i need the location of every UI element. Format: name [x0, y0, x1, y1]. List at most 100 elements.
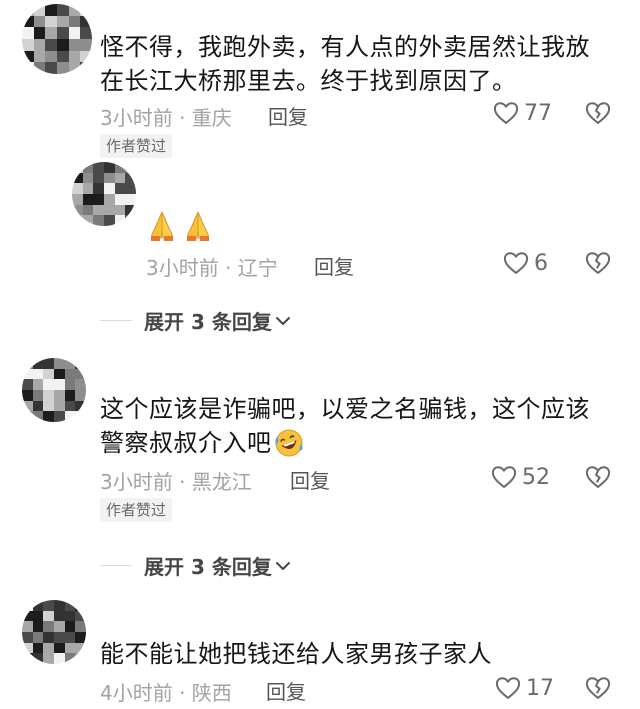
- mosaic-tile: [64, 610, 76, 622]
- mosaic-tile: [64, 621, 76, 632]
- avatar[interactable]: [22, 358, 86, 422]
- mosaic-tile: [82, 162, 94, 173]
- mosaic-tile: [75, 411, 86, 422]
- mosaic-tile: [32, 390, 44, 401]
- mosaic-tile: [125, 194, 136, 205]
- mosaic-tile: [22, 390, 33, 401]
- mosaic-tile: [57, 39, 69, 51]
- mosaic-tile: [64, 368, 76, 380]
- mosaic-tile: [43, 358, 54, 369]
- mosaic-tile: [64, 653, 76, 664]
- author-liked-badge: 作者赞过: [100, 134, 173, 158]
- divider: [100, 564, 132, 567]
- comment-text-line: 能不能让她把钱还给人家男孩子家人: [100, 640, 492, 668]
- mosaic-tile: [64, 390, 76, 401]
- mosaic-tile: [22, 600, 33, 611]
- mosaic-tile: [68, 39, 81, 51]
- like-button[interactable]: 52: [490, 463, 550, 491]
- rolling-on-floor-laughing-icon: [275, 429, 302, 457]
- mosaic-tile: [125, 204, 136, 216]
- mosaic-tile: [57, 27, 69, 39]
- mosaic-tile: [22, 642, 33, 654]
- reply-button[interactable]: 回复: [314, 251, 354, 280]
- comment-emoji: [146, 208, 214, 242]
- mosaic-tile: [32, 653, 44, 664]
- mosaic-tile: [82, 172, 94, 184]
- comment-text-line: 警察叔叔介入吧: [100, 429, 272, 457]
- mosaic-tile: [43, 600, 54, 611]
- mosaic-tile: [64, 632, 76, 643]
- mosaic-tile: [93, 162, 104, 173]
- mosaic-tile: [54, 632, 65, 643]
- broken-heart-icon: [585, 252, 611, 274]
- expand-replies-button[interactable]: 展开 3 条回复: [100, 306, 292, 335]
- mosaic-tile: [114, 194, 126, 205]
- dislike-button[interactable]: [584, 463, 612, 495]
- reply-button[interactable]: 回复: [266, 676, 306, 705]
- comment-timestamp-location: 4小时前 · 陕西: [100, 681, 232, 705]
- mosaic-tile: [43, 632, 54, 643]
- mosaic-tile: [22, 27, 34, 39]
- mosaic-tile: [114, 183, 126, 194]
- reply-button[interactable]: 回复: [268, 101, 308, 130]
- mosaic-tile: [45, 50, 57, 63]
- expand-replies-label: 展开 3 条回复: [144, 555, 272, 579]
- mosaic-tile: [57, 62, 69, 74]
- mosaic-tile: [68, 15, 81, 28]
- mosaic-tile: [80, 39, 92, 51]
- mosaic-tile: [32, 642, 44, 654]
- dislike-button[interactable]: [584, 99, 612, 131]
- mosaic-tile: [43, 642, 54, 654]
- mosaic-tile: [104, 162, 115, 173]
- mosaic-tile: [43, 400, 54, 412]
- dislike-button[interactable]: [584, 249, 612, 281]
- mosaic-tile: [68, 62, 81, 74]
- mosaic-tile: [54, 379, 65, 390]
- mosaic-tile: [68, 4, 81, 16]
- expand-replies-label: 展开 3 条回复: [144, 310, 272, 334]
- avatar-mosaic: [22, 358, 86, 422]
- mosaic-tile: [43, 379, 54, 390]
- mosaic-tile: [125, 215, 136, 226]
- mosaic-tile: [54, 411, 65, 422]
- folded-hands-icon: [187, 211, 209, 241]
- reply-button[interactable]: 回复: [290, 465, 330, 494]
- comment-timestamp-location: 3小时前 · 重庆: [100, 106, 232, 130]
- mosaic-tile: [22, 653, 33, 664]
- mosaic-tile: [68, 27, 81, 39]
- like-button[interactable]: 17: [494, 674, 554, 702]
- author-liked-badge: 作者赞过: [100, 498, 173, 522]
- mosaic-tile: [54, 621, 65, 632]
- avatar[interactable]: [22, 600, 86, 664]
- mosaic-tile: [68, 50, 81, 63]
- mosaic-tile: [43, 621, 54, 632]
- mosaic-tile: [125, 172, 136, 184]
- mosaic-tile: [75, 632, 86, 643]
- comment-text-line: 在长江大桥那里去。终于找到原因了。: [100, 67, 517, 95]
- mosaic-tile: [82, 194, 94, 205]
- mosaic-tile: [32, 621, 44, 632]
- like-button[interactable]: 77: [492, 99, 552, 127]
- mosaic-tile: [33, 4, 46, 16]
- avatar[interactable]: [72, 162, 136, 226]
- mosaic-tile: [80, 62, 92, 74]
- expand-replies-button[interactable]: 展开 3 条回复: [100, 551, 292, 580]
- mosaic-tile: [22, 39, 34, 51]
- mosaic-tile: [22, 632, 33, 643]
- mosaic-tile: [93, 183, 104, 194]
- mosaic-tile: [75, 358, 86, 369]
- mosaic-tile: [33, 62, 46, 74]
- mosaic-tile: [114, 204, 126, 216]
- like-button[interactable]: 6: [502, 249, 548, 277]
- comment-text[interactable]: 这个应该是诈骗吧，以爱之名骗钱，这个应该 警察叔叔介入吧: [100, 392, 620, 460]
- mosaic-tile: [22, 15, 34, 28]
- like-count: 52: [522, 464, 550, 490]
- comment-text[interactable]: 能不能让她把钱还给人家男孩子家人: [100, 637, 620, 671]
- mosaic-tile: [64, 400, 76, 412]
- comment-text[interactable]: 怪不得，我跑外卖，有人点的外卖居然让我放 在长江大桥那里去。终于找到原因了。: [100, 30, 620, 98]
- avatar[interactable]: [22, 4, 92, 74]
- broken-heart-icon: [585, 102, 611, 124]
- mosaic-tile: [114, 172, 126, 184]
- dislike-button[interactable]: [584, 674, 612, 706]
- mosaic-tile: [104, 204, 115, 216]
